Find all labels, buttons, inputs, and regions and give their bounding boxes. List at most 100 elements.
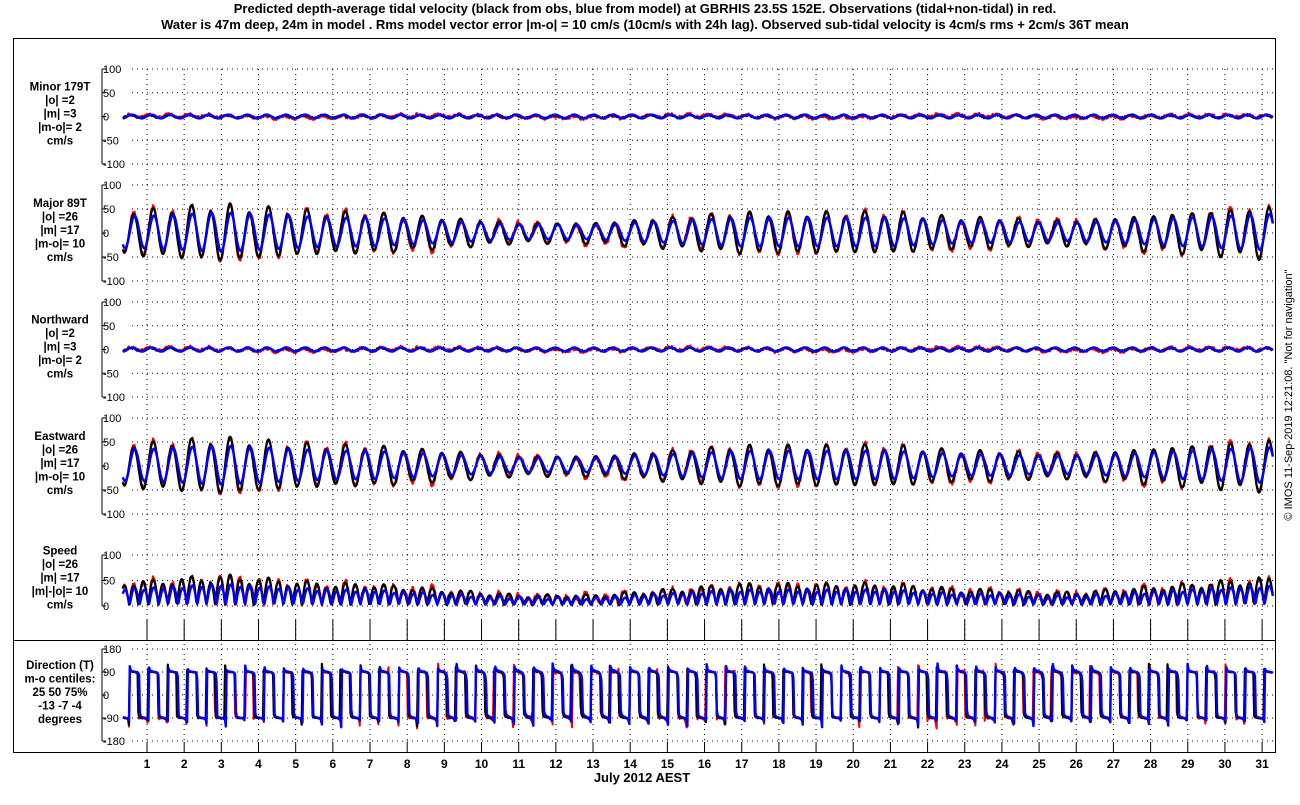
x-tick-label: 15 [661,757,675,771]
x-tick-label: 1 [144,757,151,771]
panel-label-line: |m-o|= 2 [38,355,82,367]
panel-label-line: cm/s [47,485,73,497]
x-tick-label: 30 [1218,757,1232,771]
y-tick-label: 0 [103,345,109,357]
panel-minor: 100 50 0 -50 -100 Minor 179T |o| =2 |m| =3 |m-o|… [30,64,1274,171]
panel-label-line: Eastward [34,431,85,443]
plot-frame [13,38,1276,753]
panel-label-line: |o| =26 [42,212,78,224]
y-tick-label: -50 [103,485,119,497]
panel-label-line: |m| =17 [40,458,79,470]
chart-title-line-2: Water is 47m deep, 24m in model . Rms mo… [161,17,1129,32]
y-tick-label: -100 [103,392,125,404]
panel-label-line: cm/s [47,369,73,381]
panel-label: Speed |o| =26 |m| =17 |m|-|o|= 10 cm/s [32,546,89,612]
panel-label-line: Direction (T) [26,660,94,672]
y-tick-label: 50 [103,204,115,216]
x-tick-label: 29 [1181,757,1195,771]
panel-label-line: Speed [43,546,78,558]
panel-major: 100 50 0 -50 -100 Major 89T |o| =26 |m| =17 |m-o… [33,180,1274,288]
panel-label-line: |m| =17 [40,573,79,585]
panel-label-line: Major 89T [33,198,87,210]
y-tick-label: 50 [103,437,115,449]
y-tick-label: 100 [103,180,121,192]
panel-label-line: |m-o|= 10 [35,239,85,251]
panel-label: Minor 179T |o| =2 |m| =3 |m-o|= 2 cm/s [30,82,91,148]
y-tick-label: 100 [103,413,121,425]
y-tick-label: 50 [103,576,115,588]
panel-label-line: |o| =2 [45,328,75,340]
panel-label: Direction (T) m-o centiles: 25 50 75% -13 -… [25,660,96,726]
panel-label-line: cm/s [47,600,73,612]
panels: 100500-50-100Minor 179T |o| =2 |m| =3 |m-o|… [25,64,1274,748]
panel-label-line: degrees [38,714,82,726]
y-tick-label: 100 [103,550,121,562]
panel-label: Major 89T |o| =26 |m| =17 |m-o|= 10 cm/s [33,198,87,264]
panel-label-line: |o| =2 [45,95,75,107]
panel-label-line: |m| =3 [44,109,77,121]
x-tick-label: 10 [475,757,489,771]
panel-label-line: cm/s [47,136,73,148]
y-tick-label: 0 [103,690,109,702]
panel-label-line: m-o centiles: [25,674,96,686]
y-tick-label: 0 [103,461,109,473]
y-tick-label: -50 [103,252,119,264]
y-tick-label: -90 [103,713,119,725]
x-tick-label: 22 [921,757,935,771]
panel-label-line: |m|-|o|= 10 [32,586,89,598]
y-tick-label: 90 [103,667,115,679]
y-tick-label: -100 [103,509,125,521]
y-tick-label: -100 [103,276,125,288]
panel-label-line: |m| =17 [40,225,79,237]
x-tick-label: 8 [404,757,411,771]
panel-label: Northward |o| =2 |m| =3 |m-o|= 2 cm/s [31,315,89,381]
panel-label-line: |o| =26 [42,559,78,571]
y-tick-label: 0 [103,228,109,240]
panel-dir: 180 90 0 -90 -180 Direction (T) m-o centiles: 2… [25,644,1274,748]
x-tick-label: 25 [1032,757,1046,771]
y-tick-label: 50 [103,321,115,333]
x-tick-label: 12 [549,757,563,771]
y-tick-label: -100 [103,159,125,171]
y-tick-label: 50 [103,88,115,100]
x-tick-label: 24 [995,757,1009,771]
y-tick-label: 180 [103,644,121,656]
x-tick-label: 21 [884,757,898,771]
x-tick-label: 9 [441,757,448,771]
copyright-note: © IMOS 11-Sep-2019 12:21:08. "Not for na… [1283,269,1295,520]
y-tick-label: 100 [103,64,121,76]
chart-title-line-1: Predicted depth-average tidal velocity (… [234,1,1056,16]
panel-label-line: |o| =26 [42,445,78,457]
x-tick-label: 31 [1255,757,1269,771]
x-tick-label: 26 [1070,757,1084,771]
y-tick-label: -50 [103,135,119,147]
panel-label-line: |m| =3 [44,342,77,354]
x-tick-label: 23 [958,757,972,771]
y-tick-label: 0 [103,601,109,613]
tidal-velocity-chart: Predicted depth-average tidal velocity (… [13,1,1295,785]
x-axis-label: July 2012 AEST [594,770,690,785]
panel-label-line: 25 50 75% [33,687,88,699]
x-tick-label: 14 [624,757,638,771]
x-tick-label: 5 [292,757,299,771]
panel-label-line: Northward [31,315,89,327]
x-tick-label: 16 [698,757,712,771]
x-tick-label: 20 [847,757,861,771]
y-tick-label: 0 [103,112,109,124]
x-tick-label: 2 [181,757,188,771]
panel-label-line: -13 -7 -4 [38,701,82,713]
x-tick-label: 27 [1107,757,1121,771]
x-tick-label: 6 [330,757,337,771]
x-tick-label: 7 [367,757,374,771]
panel-label-line: |m-o|= 10 [35,472,85,484]
x-tick-label: 11 [512,757,525,771]
x-tick-label: 3 [218,757,225,771]
x-tick-label: 28 [1144,757,1158,771]
x-tick-label: 17 [735,757,749,771]
panel-east: 100 50 0 -50 -100 Eastward |o| =26 |m| =17 |m-o|… [34,413,1274,521]
x-tick-label: 4 [255,757,262,771]
x-tick-label: 19 [809,757,823,771]
panel-label-line: |m-o|= 2 [38,122,82,134]
panel-label-line: Minor 179T [30,82,91,94]
x-tick-label: 13 [586,757,600,771]
